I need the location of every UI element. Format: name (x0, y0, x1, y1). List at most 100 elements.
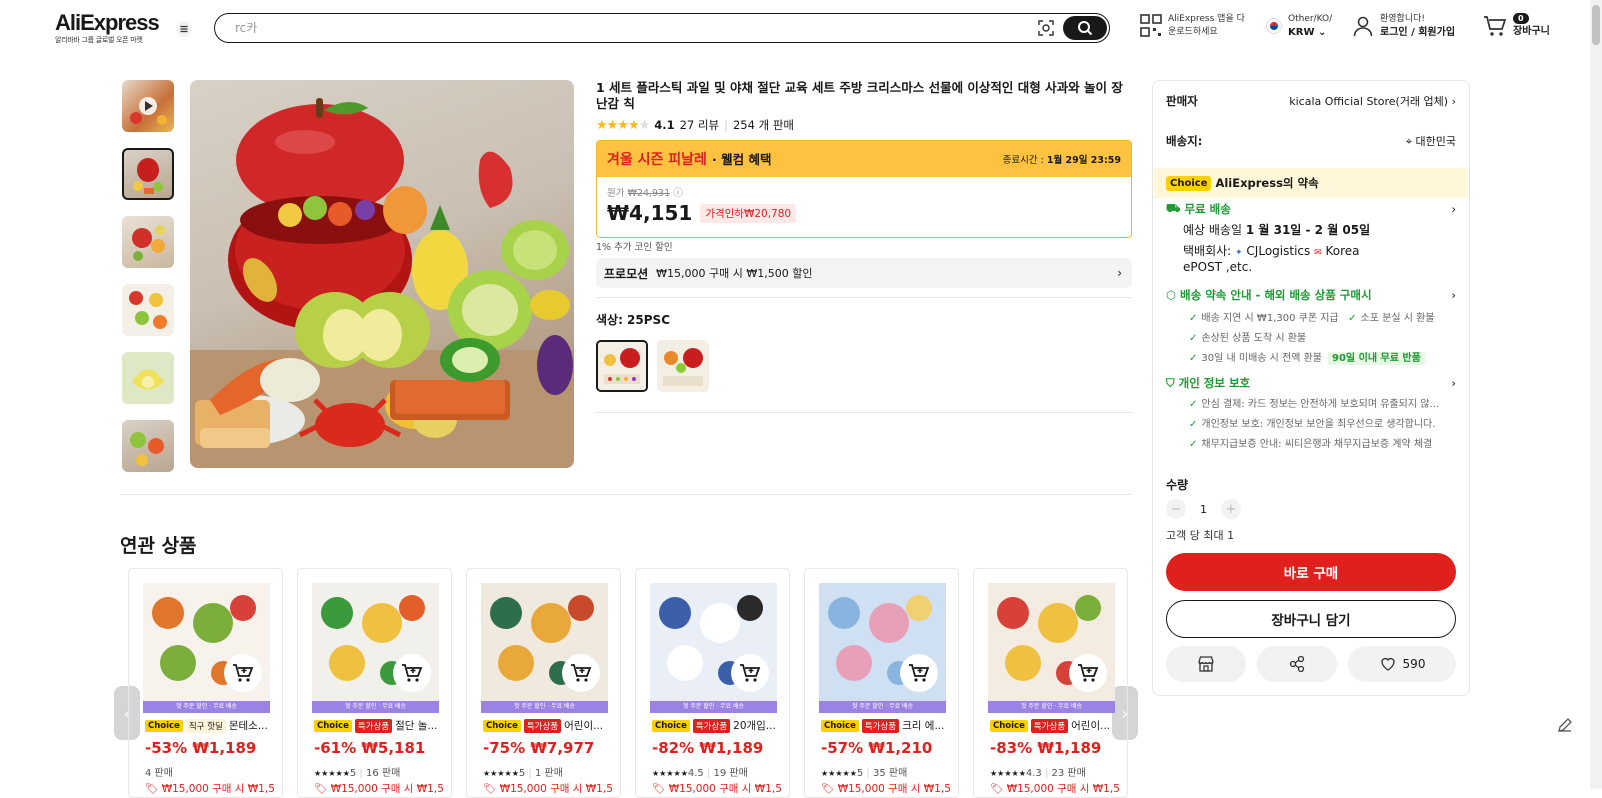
wishlist-button[interactable]: 590 (1348, 646, 1456, 682)
scrollbar-thumb[interactable] (1592, 5, 1600, 45)
locale-line1: Other/KO/ (1288, 14, 1333, 24)
divider (120, 494, 1132, 495)
sold-count: 16 판매 (365, 768, 401, 779)
quantity-value[interactable]: 1 (1200, 503, 1207, 516)
related-product-card[interactable]: 첫 주문 할인 · 무료 배송 Choice 특가상품 어린이... -83% ₩1,1… (973, 568, 1128, 798)
related-product-rating: ★★★★★5 | 1 판매 (483, 768, 563, 779)
privacy-title: 개인 정보 보호 (1178, 376, 1251, 390)
related-product-tags: Choice 특가상품 어린이... (990, 718, 1110, 733)
deal-tag: 특가상품 (523, 718, 562, 733)
search-button[interactable] (1063, 16, 1107, 40)
related-product-card[interactable]: 첫 주문 할인 · 무료 배송 Choice 직구 핫딜 몬테소... -53% ₩1,… (128, 568, 283, 798)
store-button[interactable] (1166, 646, 1246, 682)
main-product-image[interactable] (190, 80, 574, 468)
locale-selector[interactable]: Other/KO/ KRW ⌄ (1266, 13, 1332, 39)
aliexpress-logo[interactable]: AliExpress 알리바바 그룹 글로벌 오픈 마켓 (55, 10, 160, 45)
thumbnail-video[interactable] (122, 80, 174, 132)
share-button[interactable] (1257, 646, 1337, 682)
review-count[interactable]: 27 리뷰 (680, 117, 719, 133)
related-product-price: -61% ₩5,181 (314, 739, 426, 757)
related-product-card[interactable]: 첫 주문 할인 · 무료 배송 Choice 특가상품 절단 놀... -61% ₩5,… (297, 568, 452, 798)
ship-to-value: 대한민국 (1415, 135, 1456, 148)
location-pin-icon: ⌖ (1405, 135, 1413, 148)
promotion-row[interactable]: 프로모션 ₩15,000 구매 시 ₩1,500 할인 › (596, 258, 1132, 288)
account-menu[interactable]: 환영합니다! 로그인 / 회원가입 (1352, 13, 1455, 39)
login-signup-link[interactable]: 로그인 / 회원가입 (1380, 26, 1455, 39)
privacy-item: ✓ 안심 결제: 카드 정보는 안전하게 보호되며 유출되지 않... (1189, 395, 1439, 410)
add-to-cart-icon[interactable] (224, 654, 262, 692)
ship-to-row[interactable]: 배송지: ⌖ 대한민국 (1166, 133, 1456, 149)
rating-stars-icon: ★★★★★ (821, 769, 857, 778)
free-shipping-row[interactable]: ⛟ 무료 배송 › (1166, 201, 1456, 217)
thumbnail-5[interactable] (122, 352, 174, 404)
free-return-tag: 90일 이내 무료 반품 (1328, 352, 1425, 365)
related-product-card[interactable]: 첫 주문 할인 · 무료 배송 Choice 특가상품 어린이... -75% ₩7,9… (466, 568, 621, 798)
related-products-title: 연관 상품 (120, 535, 197, 557)
related-product-card[interactable]: 첫 주문 할인 · 무료 배송 Choice 특가상품 20개입... -82% ₩1,… (635, 568, 790, 798)
related-product-card[interactable]: 첫 주문 할인 · 무료 배송 Choice 특가상품 크리 에... -57% ₩1,… (804, 568, 959, 798)
chevron-right-icon: › (1117, 266, 1122, 280)
increase-button[interactable]: + (1221, 499, 1241, 519)
first-order-band: 첫 주문 할인 · 무료 배송 (143, 701, 270, 713)
thumbnail-3[interactable] (122, 216, 174, 268)
buy-now-button[interactable]: 바로 구매 (1166, 553, 1456, 591)
add-to-cart-button[interactable]: 장바구니 담기 (1166, 600, 1456, 638)
product-rating[interactable]: ★★★★★ 4.1 27 리뷰 | 254 개 판매 (596, 117, 794, 133)
related-product-name[interactable]: 절단 놀... (395, 718, 437, 733)
choice-tag: Choice (314, 719, 352, 732)
camera-search-icon[interactable] (1037, 19, 1057, 37)
color-swatch-2[interactable] (657, 340, 709, 392)
deal-tag: 특가상품 (861, 718, 900, 733)
related-product-name[interactable]: 어린이... (564, 718, 603, 733)
related-product-name[interactable]: 20개입... (733, 718, 776, 733)
sale-end-label: 종료시간 : (1002, 155, 1044, 166)
seller-row[interactable]: 판매자 kicala Official Store(거래 업체) › (1166, 93, 1456, 109)
page-scrollbar[interactable] (1590, 0, 1602, 789)
estimated-delivery-label: 예상 배송일 (1183, 223, 1243, 237)
privacy-row[interactable]: ⛉ 개인 정보 보호 › (1166, 375, 1456, 391)
related-product-name[interactable]: 몬테소... (229, 718, 268, 733)
choice-tag: Choice (145, 719, 183, 732)
related-product-name[interactable]: 크리 에... (902, 718, 944, 733)
delivery-guide-row[interactable]: ⬡ 배송 약속 안내 - 해외 배송 상품 구매시 › (1166, 287, 1456, 303)
rating-stars-icon: ★★★★★ (990, 769, 1026, 778)
thumbnail-4[interactable] (122, 284, 174, 336)
color-swatch-1[interactable] (596, 340, 648, 392)
rating-value: 4.5 (687, 768, 704, 779)
cart-label: 장바구니 (1513, 25, 1550, 37)
estimated-delivery-value: 1 월 31일 - 2 월 05일 (1245, 223, 1371, 237)
app-download-link[interactable]: AliExpress 앱을 다 운로드하세요 (1140, 13, 1245, 39)
choice-promise-text: AliExpress의 약속 (1215, 176, 1319, 190)
user-icon (1353, 16, 1373, 37)
choice-tag: Choice (652, 719, 690, 732)
seller-name[interactable]: kicala Official Store(거래 업체) (1289, 95, 1448, 108)
sold-count: 23 판매 (1051, 768, 1086, 779)
menu-icon[interactable] (176, 21, 192, 37)
decrease-button[interactable]: − (1166, 499, 1186, 519)
related-product-tags: Choice 특가상품 어린이... (483, 718, 603, 733)
add-to-cart-icon[interactable] (731, 654, 769, 692)
promo-text: ₩15,000 구매 시 ₩1,5 (161, 783, 275, 795)
add-to-cart-icon[interactable] (393, 654, 431, 692)
choice-tag: Choice (483, 719, 521, 732)
related-product-price: -82% ₩1,189 (652, 739, 764, 757)
first-order-band: 첫 주문 할인 · 무료 배송 (481, 701, 608, 713)
original-price: ₩24,931 (627, 188, 671, 199)
color-label: 색상: 25PSC (596, 313, 671, 327)
quantity-label: 수량 (1166, 478, 1189, 492)
cart-link[interactable]: 0 장바구니 (1483, 13, 1550, 38)
related-product-name[interactable]: 어린이... (1071, 718, 1110, 733)
thumbnail-6[interactable] (122, 420, 174, 472)
wishlist-count: 590 (1402, 657, 1426, 671)
add-to-cart-icon[interactable] (562, 654, 600, 692)
related-product-price: -75% ₩7,977 (483, 739, 595, 757)
search-input[interactable] (235, 20, 935, 34)
rating-value: 5 (856, 768, 864, 779)
cj-logo-icon: ✦ (1235, 248, 1243, 258)
feedback-edit-icon[interactable] (1556, 716, 1580, 740)
info-icon[interactable]: ⓘ (673, 188, 683, 199)
thumbnail-2[interactable] (122, 148, 174, 200)
promo-text: ₩15,000 구매 시 ₩1,5 (837, 783, 951, 795)
add-to-cart-icon[interactable] (1069, 654, 1107, 692)
add-to-cart-icon[interactable] (900, 654, 938, 692)
